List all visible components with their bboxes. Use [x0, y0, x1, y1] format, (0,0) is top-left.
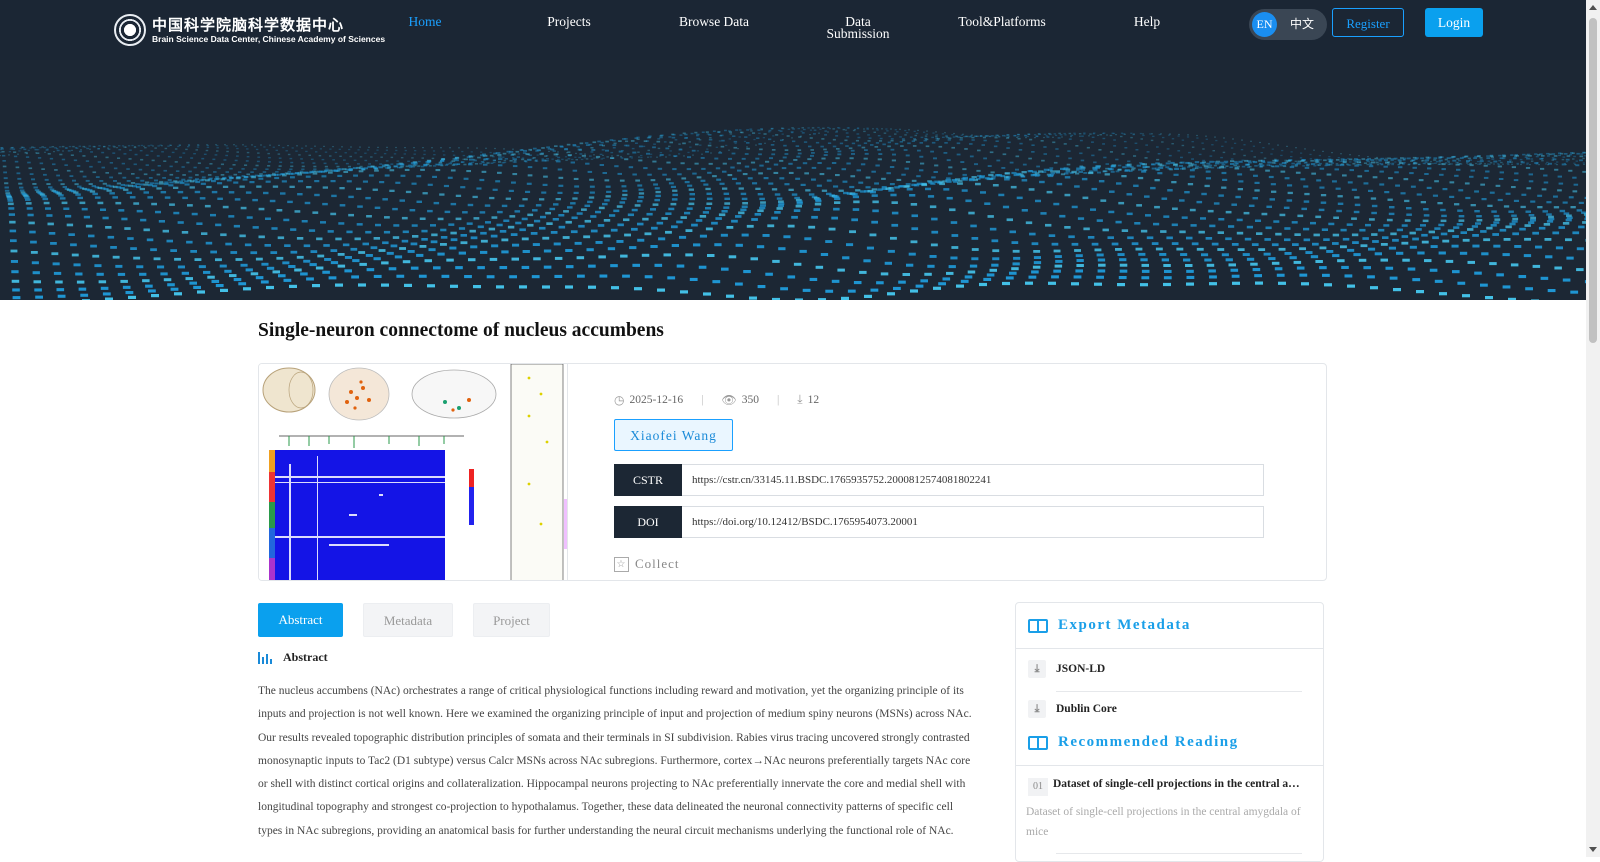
star-icon: ☆: [614, 556, 629, 572]
abstract-heading-label: Abstract: [283, 650, 328, 664]
abstract-heading: Abstract: [258, 650, 328, 665]
author-tag[interactable]: Xiaofei Wang: [614, 419, 733, 451]
cstr-row: CSTR https://cstr.cn/33145.11.BSDC.17659…: [614, 464, 1264, 496]
cstr-label: CSTR: [614, 464, 682, 496]
dataset-info-card: ◷ 2025-12-16 | 👁 350 | ⤓ 12 Xiaofei Wang…: [258, 363, 1327, 581]
download-icon: ⤓: [1028, 700, 1046, 718]
export-metadata-header: Export Metadata: [1016, 603, 1323, 649]
lang-en-option[interactable]: EN: [1252, 12, 1277, 37]
recommended-item-title[interactable]: Dataset of single-cell projections in th…: [1053, 778, 1308, 790]
top-navigation-bar: 中国科学院脑科学数据中心 Brain Science Data Center, …: [0, 0, 1586, 60]
nav-home[interactable]: Home: [395, 15, 455, 29]
nav-data-submission[interactable]: Data Submission: [822, 15, 894, 41]
nav-projects[interactable]: Projects: [539, 15, 599, 29]
tab-project[interactable]: Project: [473, 603, 550, 637]
recommended-reading-title: Recommended Reading: [1058, 734, 1239, 750]
download-icon: ⤓: [1028, 660, 1046, 678]
tab-abstract[interactable]: Abstract: [258, 603, 343, 637]
particle-wave-graphic: [0, 126, 1586, 300]
tab-metadata[interactable]: Metadata: [363, 603, 453, 637]
collect-button[interactable]: ☆ Collect: [614, 556, 680, 572]
divider: |: [701, 393, 704, 406]
logo-chinese-name: 中国科学院脑科学数据中心: [152, 15, 345, 34]
download-count: 12: [807, 393, 820, 406]
lang-cn-option[interactable]: 中文: [1290, 15, 1314, 32]
site-logo[interactable]: 中国科学院脑科学数据中心 Brain Science Data Center, …: [114, 14, 385, 46]
nav-browse-data[interactable]: Browse Data: [670, 15, 758, 29]
book-icon: [1028, 618, 1048, 633]
divider: [1056, 853, 1302, 854]
divider: |: [776, 393, 780, 406]
cas-seal-icon: [114, 14, 146, 46]
recommended-item-number: 01: [1028, 778, 1048, 796]
bars-icon: [258, 651, 274, 664]
export-dublin-core-label: Dublin Core: [1056, 703, 1117, 715]
nav-help[interactable]: Help: [1126, 15, 1168, 29]
dataset-thumbnail[interactable]: [259, 364, 568, 580]
nav-tool-platforms[interactable]: Tool&Platforms: [952, 15, 1052, 29]
dataset-stats: ◷ 2025-12-16 | 👁 350 | ⤓ 12: [614, 392, 819, 407]
publish-date: 2025-12-16: [629, 393, 684, 406]
cstr-value[interactable]: https://cstr.cn/33145.11.BSDC.1765935752…: [682, 464, 1264, 496]
view-count: 350: [741, 393, 759, 406]
export-json-ld-label: JSON-LD: [1056, 663, 1106, 675]
recommended-reading-header: Recommended Reading: [1016, 720, 1323, 766]
eye-icon: 👁: [721, 392, 737, 407]
export-json-ld[interactable]: ⤓ JSON-LD: [1028, 660, 1105, 678]
page-scrollbar[interactable]: [1586, 0, 1600, 857]
divider: [1056, 691, 1302, 692]
collect-label: Collect: [635, 556, 680, 571]
hero-banner: [0, 60, 1586, 300]
export-metadata-title: Export Metadata: [1058, 617, 1191, 633]
doi-label: DOI: [614, 506, 682, 538]
scrollbar-thumb[interactable]: [1589, 18, 1597, 343]
doi-value[interactable]: https://doi.org/10.12412/BSDC.1765954073…: [682, 506, 1264, 538]
abstract-text: The nucleus accumbens (NAc) orchestrates…: [258, 685, 972, 837]
scroll-down-arrow-icon[interactable]: [1589, 847, 1597, 852]
book-icon: [1028, 735, 1048, 750]
clock-icon: ◷: [614, 392, 625, 407]
scroll-up-arrow-icon[interactable]: [1589, 5, 1597, 10]
login-button[interactable]: Login: [1425, 8, 1483, 37]
logo-english-name: Brain Science Data Center, Chinese Acade…: [152, 33, 386, 44]
dataset-title: Single-neuron connectome of nucleus accu…: [258, 320, 664, 341]
download-icon: ⤓: [797, 392, 803, 406]
doi-row: DOI https://doi.org/10.12412/BSDC.176595…: [614, 506, 1264, 538]
register-button[interactable]: Register: [1332, 8, 1404, 37]
language-toggle[interactable]: EN 中文: [1249, 9, 1327, 40]
recommended-item-description: Dataset of single-cell projections in th…: [1026, 806, 1301, 838]
export-dublin-core[interactable]: ⤓ Dublin Core: [1028, 700, 1117, 718]
